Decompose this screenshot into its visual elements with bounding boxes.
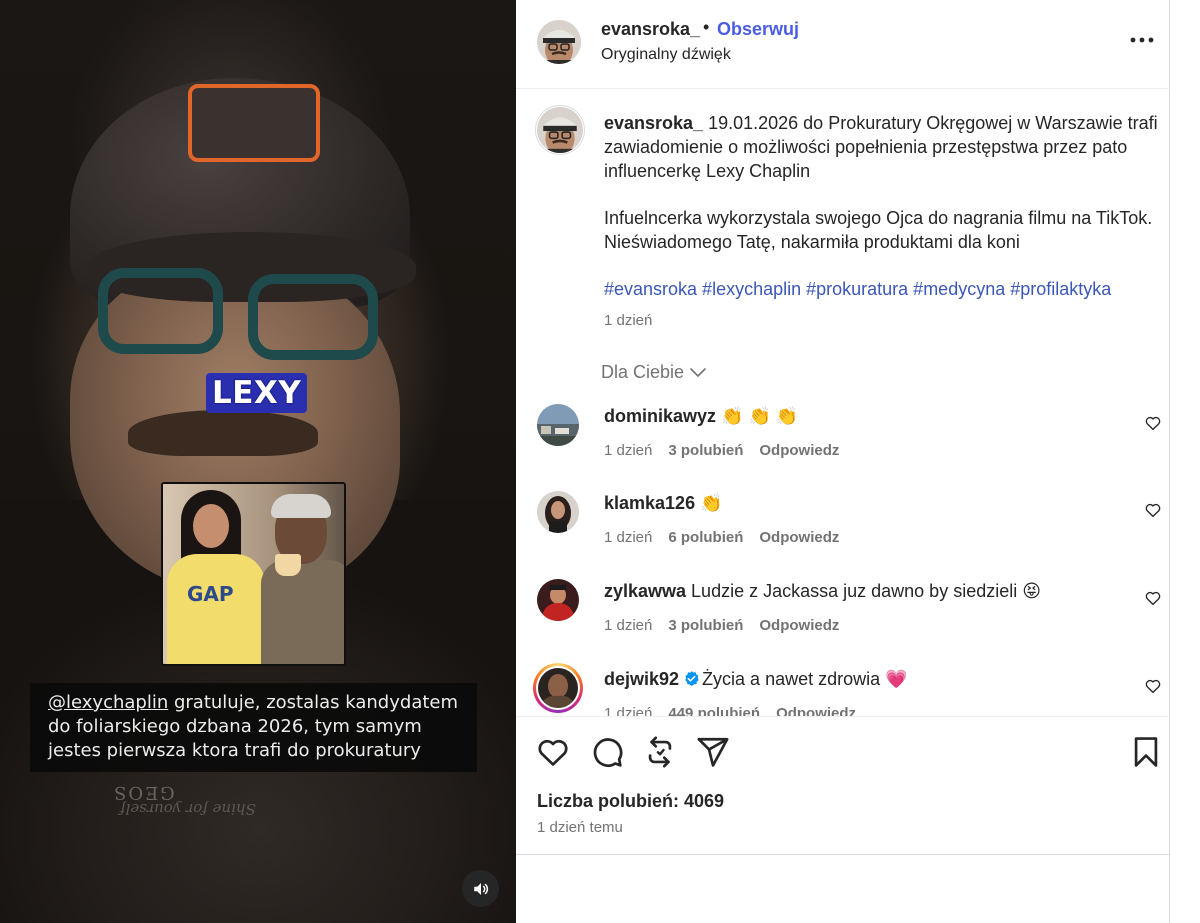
caption-time: 1 dzień	[604, 312, 653, 329]
video-glasses	[98, 268, 388, 368]
comment-time: 1 dzień	[604, 529, 653, 546]
comment-body: Życia a nawet zdrowia 💗	[702, 669, 908, 689]
comment-text-row: zylkawwa Ludzie z Jackassa juz dawno by …	[604, 581, 1041, 602]
comment-meta: 1 dzień 3 polubień Odpowiedz	[604, 442, 839, 459]
post-details-panel: evansroka_ • Obserwuj Oryginalny dźwięk	[516, 0, 1170, 923]
caption-hashtags[interactable]: #evansroka #lexychaplin #prokuratura #me…	[604, 277, 1159, 301]
comment-time: 1 dzień	[604, 705, 653, 716]
comment-body: 👏 👏 👏	[716, 406, 799, 426]
comment-like-icon[interactable]	[1144, 589, 1162, 607]
post-header: evansroka_ • Obserwuj Oryginalny dźwięk	[516, 0, 1170, 89]
comment-like-icon[interactable]	[1144, 414, 1162, 432]
verified-badge-icon	[685, 671, 699, 686]
inset-shirt-text: GAP	[187, 582, 234, 606]
post-timestamp: 1 dzień temu	[537, 819, 623, 836]
comment-item: dejwik92 Życia a nawet zdrowia 💗 1 dzień…	[516, 663, 1170, 716]
commenter-avatar[interactable]	[538, 668, 578, 708]
commenter-username[interactable]: klamka126	[604, 493, 695, 513]
caption-line-2: Infuelncerka wykorzystala swojego Ojca d…	[604, 208, 1153, 252]
video-mustache	[128, 410, 318, 456]
commenter-avatar[interactable]	[537, 579, 579, 621]
comment-sort-dropdown[interactable]: Dla Ciebie	[601, 362, 706, 383]
comment-text-row: dominikawyz 👏 👏 👏	[604, 406, 798, 427]
reply-button[interactable]: Odpowiedz	[759, 529, 839, 546]
reply-button[interactable]: Odpowiedz	[776, 705, 856, 716]
comments-scroll-area[interactable]: evansroka_ 19.01.2026 do Prokuratury Okr…	[516, 90, 1170, 716]
send-icon[interactable]	[696, 735, 730, 769]
shirt-print-subtext: Shine for yourself	[120, 800, 256, 818]
chevron-down-icon	[690, 367, 706, 377]
comment-text-row: dejwik92 Życia a nawet zdrowia 💗	[604, 669, 908, 690]
caption-username[interactable]: evansroka_	[604, 113, 703, 133]
mute-button[interactable]	[462, 870, 499, 907]
comment-time: 1 dzień	[604, 442, 653, 459]
video-overlay-text: LEXY	[206, 373, 308, 413]
comment-likes[interactable]: 449 polubień	[668, 705, 760, 716]
follow-button[interactable]: Obserwuj	[717, 19, 799, 40]
commenter-avatar[interactable]	[537, 404, 579, 446]
comment-body: 👏	[695, 493, 723, 513]
post-caption: evansroka_ 19.01.2026 do Prokuratury Okr…	[604, 111, 1159, 301]
comment-body: Ludzie z Jackassa juz dawno by siedzieli…	[686, 581, 1041, 601]
comment-item: zylkawwa Ludzie z Jackassa juz dawno by …	[516, 579, 1170, 659]
comment-icon[interactable]	[590, 735, 624, 769]
repost-icon[interactable]	[643, 735, 677, 769]
comment-meta: 1 dzień 449 polubień Odpowiedz	[604, 705, 856, 716]
commenter-username[interactable]: dominikawyz	[604, 406, 716, 426]
comment-likes[interactable]: 3 polubień	[668, 442, 743, 459]
separator-dot: •	[703, 17, 710, 37]
commenter-avatar[interactable]	[537, 491, 579, 533]
commenter-username[interactable]: dejwik92	[604, 669, 679, 689]
video-caption-mention: @lexychaplin	[48, 692, 169, 713]
video-player[interactable]: LEXY GAP @lexychaplin gratuluje, zostala…	[0, 0, 516, 923]
comment-item: klamka126 👏 1 dzień 6 polubień Odpowiedz	[516, 491, 1170, 571]
comment-meta: 1 dzień 6 polubień Odpowiedz	[604, 529, 839, 546]
comment-text-row: klamka126 👏	[604, 493, 723, 514]
video-caption: @lexychaplin gratuluje, zostalas kandyda…	[30, 683, 477, 772]
video-cap-patch	[188, 84, 320, 162]
heart-icon[interactable]	[536, 735, 570, 769]
caption-author-avatar[interactable]	[537, 107, 583, 153]
audio-label[interactable]: Oryginalny dźwięk	[601, 46, 731, 64]
comment-meta: 1 dzień 3 polubień Odpowiedz	[604, 617, 839, 634]
reply-button[interactable]: Odpowiedz	[759, 617, 839, 634]
bookmark-icon[interactable]	[1129, 735, 1163, 769]
commenter-username[interactable]: zylkawwa	[604, 581, 686, 601]
author-avatar[interactable]	[537, 20, 581, 64]
comment-sort-label: Dla Ciebie	[601, 362, 685, 382]
inset-photo: GAP	[161, 482, 346, 666]
comment-like-icon[interactable]	[1144, 501, 1162, 519]
reply-button[interactable]: Odpowiedz	[759, 442, 839, 459]
author-username[interactable]: evansroka_	[601, 19, 700, 40]
comment-time: 1 dzień	[604, 617, 653, 634]
comment-item: dominikawyz 👏 👏 👏 1 dzień 3 polubień Odp…	[516, 404, 1170, 484]
post-action-bar: Liczba polubień: 4069 1 dzień temu	[516, 716, 1170, 855]
comment-likes[interactable]: 3 polubień	[668, 617, 743, 634]
comment-like-icon[interactable]	[1144, 677, 1162, 695]
more-options-icon[interactable]	[1127, 30, 1157, 50]
likes-count[interactable]: Liczba polubień: 4069	[537, 791, 724, 812]
comment-likes[interactable]: 6 polubień	[668, 529, 743, 546]
speaker-icon	[473, 882, 488, 895]
